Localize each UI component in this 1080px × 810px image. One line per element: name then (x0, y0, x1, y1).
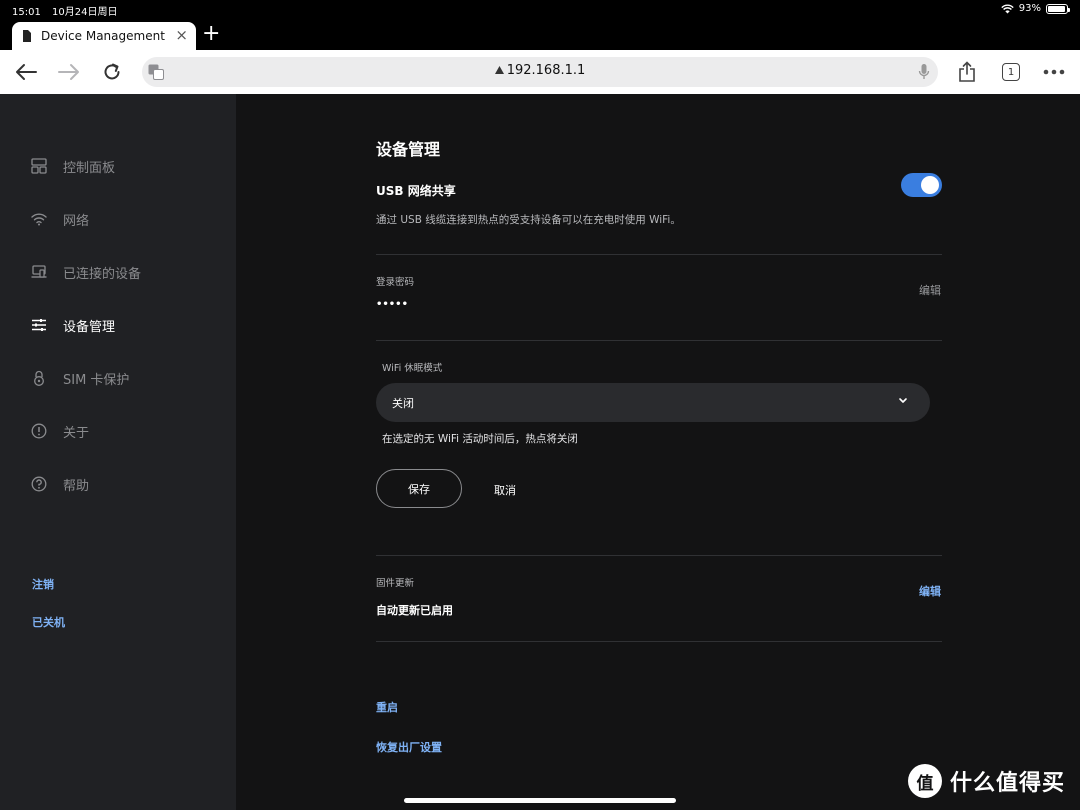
usb-tethering-description: 通过 USB 线缆连接到热点的受支持设备可以在充电时使用 WiFi。 (376, 214, 681, 226)
section-divider (376, 254, 942, 255)
wifi-icon (30, 210, 48, 228)
chevron-down-icon (899, 398, 907, 403)
sidebar-item-device-management[interactable]: 设备管理 (30, 313, 115, 337)
battery-fill (1048, 5, 1065, 12)
arrow-right-icon (58, 64, 79, 80)
browser-toolbar: 192.168.1.1 1 (0, 50, 1080, 94)
watermark-logo: 值 (908, 764, 942, 798)
sidebar-item-help[interactable]: 帮助 (30, 472, 89, 496)
sidebar-item-sim-protection[interactable]: SIM 卡保护 (30, 366, 129, 390)
restart-link[interactable]: 重启 (376, 699, 398, 715)
wifi-sleep-selected: 关闭 (392, 397, 414, 410)
forward-button[interactable] (55, 58, 83, 86)
sidebar-item-label: 控制面板 (63, 160, 116, 176)
warning-triangle-icon (494, 66, 504, 74)
sidebar-item-label: SIM 卡保护 (63, 372, 130, 388)
firmware-edit-button[interactable]: 编辑 (919, 583, 941, 599)
share-button[interactable] (953, 58, 981, 86)
reload-icon (104, 63, 120, 80)
share-icon (959, 61, 975, 82)
battery-icon (1046, 3, 1070, 14)
close-tab-icon[interactable]: × (175, 27, 188, 43)
main-content: 设备管理 USB 网络共享 通过 USB 线缆连接到热点的受支持设备可以在充电时… (236, 94, 1080, 810)
battery-percent: 93% (1018, 3, 1041, 14)
status-date: 10月24日周日 (52, 7, 118, 18)
sidebar-item-about[interactable]: 关于 (30, 419, 89, 443)
password-value: ••••• (376, 299, 408, 310)
section-divider (376, 340, 942, 341)
reload-button[interactable] (98, 58, 126, 86)
tab-title: Device Management (41, 29, 165, 43)
url-display: 192.168.1.1 (142, 63, 938, 78)
document-icon (23, 30, 31, 42)
lock-icon (30, 369, 48, 387)
toggle-knob (921, 176, 939, 194)
sidebar-item-network[interactable]: 网络 (30, 207, 89, 231)
wifi-sleep-hint: 在选定的无 WiFi 活动时间后，热点将关闭 (382, 433, 578, 445)
password-edit-button[interactable]: 编辑 (919, 282, 941, 298)
sidebar-item-label: 设备管理 (63, 319, 116, 335)
watermark-text: 什么值得买 (950, 771, 1066, 796)
help-icon (30, 475, 48, 493)
tab-strip: Device Management × + (0, 18, 1080, 50)
devices-icon (30, 263, 48, 281)
section-divider (376, 555, 942, 556)
microphone-icon[interactable] (918, 63, 930, 81)
sidebar-item-label: 帮助 (63, 478, 90, 494)
section-divider (376, 641, 942, 642)
firmware-label: 固件更新 (376, 578, 415, 589)
wifi-sleep-select[interactable]: 关闭 (376, 383, 930, 422)
new-tab-button[interactable]: + (202, 22, 220, 46)
arrow-left-icon (16, 64, 37, 80)
dashboard-icon (30, 157, 48, 175)
sidebar-item-dashboard[interactable]: 控制面板 (30, 154, 115, 178)
tab-switcher-button[interactable]: 1 (997, 58, 1025, 86)
sidebar: 控制面板 网络 已连接的设备 设备管理 SIM 卡保护 关于 帮助 注销 已关机 (0, 94, 236, 810)
more-dots-icon (1043, 69, 1065, 75)
save-button[interactable]: 保存 (376, 469, 462, 508)
usb-tethering-toggle[interactable] (901, 173, 942, 197)
sidebar-item-connected-devices[interactable]: 已连接的设备 (30, 260, 141, 284)
password-label: 登录密码 (376, 277, 415, 288)
factory-reset-link[interactable]: 恢复出厂设置 (376, 739, 442, 755)
back-button[interactable] (12, 58, 40, 86)
home-indicator[interactable] (404, 798, 676, 803)
info-icon (30, 422, 48, 440)
wifi-sleep-label: WiFi 休眠模式 (382, 363, 443, 374)
sidebar-item-label: 关于 (63, 425, 90, 441)
cancel-button[interactable]: 取消 (494, 482, 516, 498)
firmware-value: 自动更新已启用 (376, 604, 453, 617)
sliders-icon (30, 316, 48, 334)
url-text: 192.168.1.1 (506, 63, 586, 78)
sidebar-item-label: 已连接的设备 (63, 266, 142, 282)
logout-link[interactable]: 注销 (32, 576, 54, 592)
status-bar: 15:01 10月24日周日 93% (0, 0, 1080, 18)
address-bar[interactable]: 192.168.1.1 (142, 57, 938, 87)
more-menu-button[interactable] (1040, 58, 1068, 86)
browser-tab[interactable]: Device Management × (12, 22, 196, 50)
page-title: 设备管理 (376, 140, 441, 159)
usb-tethering-heading: USB 网络共享 (376, 184, 456, 198)
sidebar-item-label: 网络 (63, 213, 90, 229)
tab-count: 1 (1002, 63, 1020, 81)
watermark: 值 什么值得买 (908, 764, 1065, 798)
shutdown-link[interactable]: 已关机 (32, 614, 65, 630)
wifi-signal-icon (1001, 4, 1014, 13)
status-time: 15:01 (12, 7, 41, 18)
